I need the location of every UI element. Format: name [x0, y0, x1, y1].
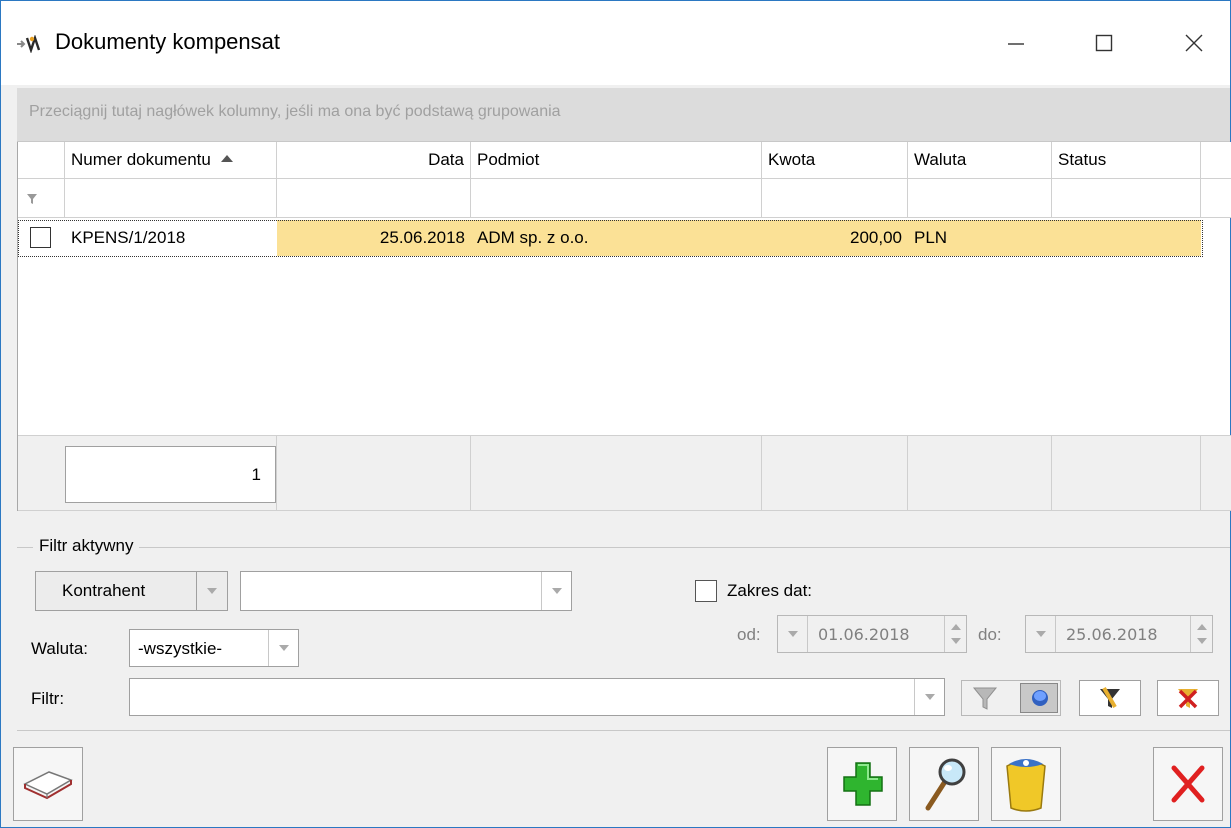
filter-cell-numer[interactable] [65, 179, 277, 218]
filter-cell-podmiot[interactable] [471, 179, 762, 218]
filter-legend: Filtr aktywny [33, 536, 140, 556]
date-to-field[interactable]: 25.06.2018 [1025, 615, 1213, 653]
filter-row-indicator[interactable] [18, 179, 65, 218]
footer-filler [1201, 435, 1231, 511]
add-document-button[interactable] [827, 747, 897, 821]
date-to-spinner[interactable] [1190, 616, 1212, 652]
footer-record-count: 1 [65, 446, 276, 503]
cell-podmiot[interactable]: ADM sp. z o.o. [471, 220, 762, 256]
chevron-down-icon [1035, 631, 1046, 637]
zakres-dat-label: Zakres dat: [727, 581, 813, 600]
waluta-label: Waluta: [31, 639, 89, 658]
chevron-down-icon [787, 631, 798, 637]
column-header-kwota[interactable]: Kwota [762, 142, 908, 179]
magnifier-icon [925, 758, 966, 811]
kontrahent-dropdown-button[interactable] [541, 572, 571, 610]
filter-cell-data[interactable] [277, 179, 471, 218]
expand-filter-icon [1032, 690, 1048, 706]
filtr-label: Filtr: [31, 689, 65, 708]
filter-funnel-icon[interactable] [970, 683, 1000, 713]
spin-down-icon [951, 638, 961, 644]
dokumenty-kompensat-window: Dokumenty kompensat Przeciągnij tutaj na… [0, 0, 1231, 828]
date-to-dropdown[interactable] [1026, 616, 1056, 652]
cell-waluta[interactable]: PLN [908, 220, 1052, 256]
delete-document-button[interactable] [991, 747, 1061, 821]
chevron-down-icon [207, 588, 217, 594]
kontrahent-combo[interactable] [240, 571, 572, 611]
kontrahent-type-dropdown[interactable] [196, 571, 228, 611]
filter-filler [1201, 179, 1231, 218]
cell-data[interactable]: 25.06.2018 [277, 220, 471, 256]
chevron-down-icon [924, 694, 935, 700]
view-document-button[interactable] [909, 747, 979, 821]
apply-filter-group [961, 680, 1061, 716]
close-dialog-button[interactable] [1153, 747, 1223, 821]
date-from-field[interactable]: 01.06.2018 [777, 615, 967, 653]
row-select-checkbox[interactable] [30, 227, 51, 248]
spin-down-icon [1197, 638, 1207, 644]
column-header-data[interactable]: Data [277, 142, 471, 179]
maximize-button[interactable] [1074, 21, 1134, 65]
filter-wand-icon [1100, 686, 1120, 709]
expand-filter-button[interactable] [1020, 683, 1058, 713]
footer-cell-data [277, 435, 471, 511]
window-title: Dokumenty kompensat [55, 29, 280, 54]
filter-cell-status[interactable] [1052, 179, 1201, 218]
minimize-icon [1008, 43, 1024, 45]
cell-status[interactable] [1052, 220, 1201, 256]
close-window-button[interactable] [1164, 21, 1224, 65]
filter-cell-waluta[interactable] [908, 179, 1052, 218]
clear-filter-button[interactable] [1157, 680, 1219, 716]
table-row-checkbox-cell[interactable] [18, 220, 65, 256]
column-header-waluta[interactable]: Waluta [908, 142, 1052, 179]
filtr-combo[interactable] [129, 678, 945, 716]
chevron-down-icon [551, 588, 562, 594]
date-from-spinner[interactable] [944, 616, 966, 652]
footer-cell-kwota [762, 435, 908, 511]
group-by-hint: Przeciągnij tutaj nagłówek kolumny, jeśl… [29, 103, 561, 120]
footer-cell-podmiot [471, 435, 762, 511]
app-icon [17, 35, 41, 53]
header-filler [1201, 142, 1231, 179]
date-from-dropdown[interactable] [778, 616, 808, 652]
close-icon [1185, 34, 1203, 52]
filter-clear-icon [1178, 689, 1198, 709]
column-header-podmiot[interactable]: Podmiot [471, 142, 762, 179]
filter-icon [27, 194, 37, 204]
close-x-icon [1171, 765, 1205, 803]
maximize-icon [1095, 34, 1113, 52]
spin-up-icon [951, 624, 961, 630]
footer-cell-waluta [908, 435, 1052, 511]
plus-icon [843, 762, 883, 806]
header-checkbox-column [18, 142, 65, 179]
trash-bin-icon [1006, 759, 1046, 812]
column-header-status[interactable]: Status [1052, 142, 1201, 179]
kontrahent-type-button[interactable]: Kontrahent [35, 571, 197, 611]
filter-builder-button[interactable] [1079, 680, 1141, 716]
cell-numer[interactable]: KPENS/1/2018 [65, 220, 277, 256]
waluta-combo[interactable]: -wszystkie- [129, 629, 299, 667]
do-label: do: [978, 625, 1002, 644]
group-by-panel[interactable]: Przeciągnij tutaj nagłówek kolumny, jeśl… [17, 88, 1230, 142]
cell-kwota[interactable]: 200,00 [762, 220, 908, 256]
help-book-button[interactable] [13, 747, 83, 821]
sort-ascending-icon [220, 155, 233, 163]
filter-cell-kwota[interactable] [762, 179, 908, 218]
title-bar: Dokumenty kompensat [1, 1, 1230, 85]
zakres-dat-checkbox[interactable] [695, 580, 717, 602]
footer-cell-status [1052, 435, 1201, 511]
od-label: od: [737, 625, 761, 644]
book-icon [23, 771, 73, 800]
chevron-down-icon [278, 645, 289, 651]
filtr-dropdown-button[interactable] [914, 679, 944, 715]
waluta-dropdown-button[interactable] [268, 630, 298, 666]
spin-up-icon [1197, 624, 1207, 630]
column-header-numer-dokumentu[interactable]: Numer dokumentu [65, 142, 277, 179]
minimize-button[interactable] [986, 21, 1046, 65]
